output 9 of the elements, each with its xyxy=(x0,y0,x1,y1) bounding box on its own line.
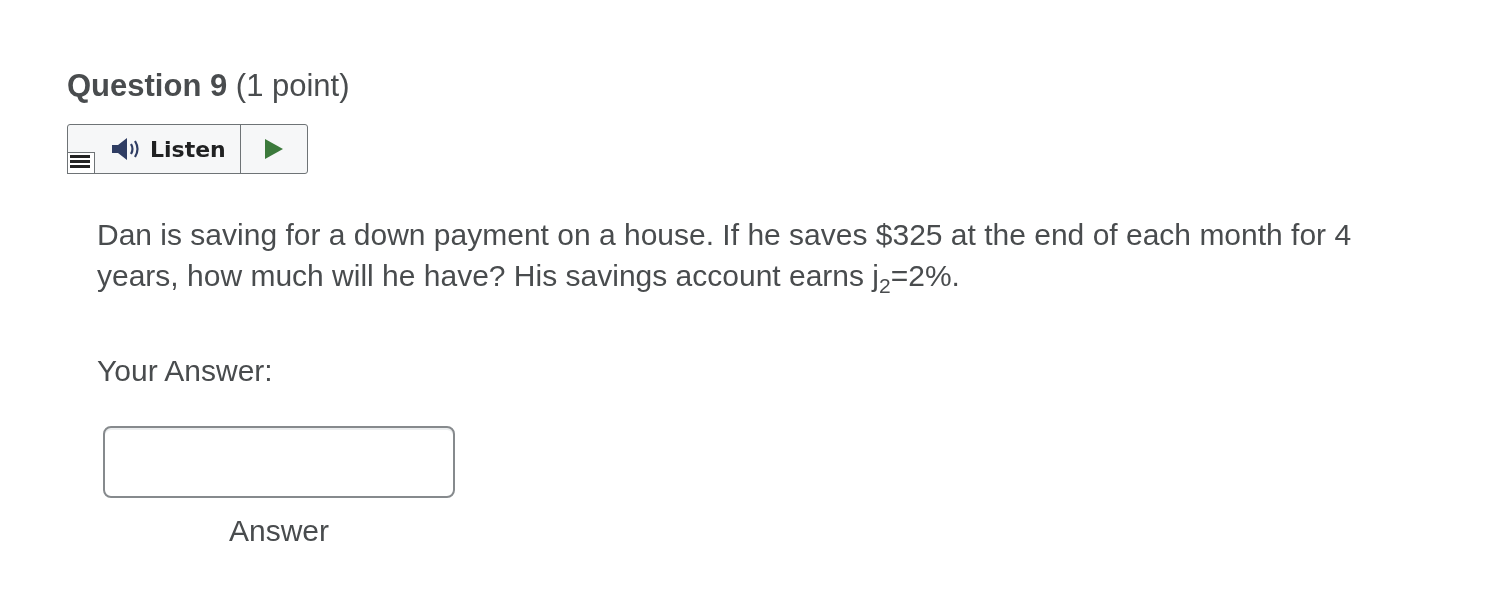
speaker-icon xyxy=(110,137,142,161)
menu-icon xyxy=(70,155,90,169)
answer-caption: Answer xyxy=(228,514,329,548)
question-text: Dan is saving for a down payment on a house. If he saves $325 at the end of each month for 4 years, how much will he have? His savings account earns j$_{2}$=2%. xyxy=(97,217,1353,299)
answer-field[interactable] xyxy=(103,426,455,498)
menu-button[interactable] xyxy=(67,152,95,174)
play-icon xyxy=(264,139,283,159)
question-heading: Question 9 (1 point) xyxy=(67,67,351,105)
answer-label: Your Answer: xyxy=(97,354,274,388)
